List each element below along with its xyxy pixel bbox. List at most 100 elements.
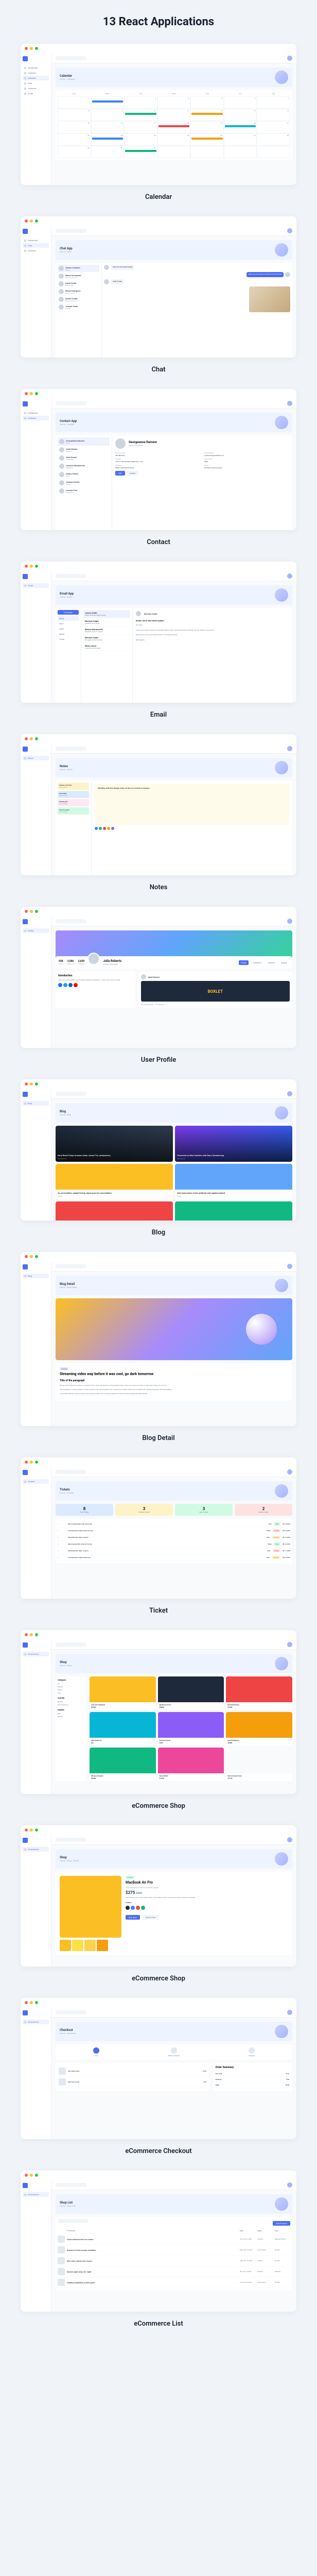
product-card[interactable]: Cute Soft Teddybear$285 — [90, 1676, 156, 1710]
ticket-row[interactable]: 2Consequuntur magni dolores eos quiSteve… — [58, 1528, 290, 1534]
search-input[interactable] — [56, 56, 86, 60]
contact-item[interactable]: Dalton PadenSales — [58, 470, 110, 479]
step-billing[interactable]: Billing & address — [168, 2047, 180, 2057]
avatar[interactable] — [287, 1642, 292, 1647]
search-input[interactable] — [56, 1642, 86, 1647]
search-input[interactable] — [56, 919, 86, 923]
sidebar-item[interactable]: Chat — [23, 81, 49, 86]
table-row[interactable]: Stylish night lamp for nightSat, Jan 14 … — [58, 2266, 290, 2277]
product-card[interactable]: Short & Sweet Purse$175 — [226, 1748, 292, 1781]
product-thumb[interactable] — [84, 1940, 96, 1951]
email-item[interactable]: Misty LamarKindly check this latest — [83, 643, 130, 651]
sidebar-item[interactable]: Notes — [23, 756, 49, 760]
blog-post[interactable]: Streaming video way before it was cool, … — [175, 1201, 292, 1221]
folder-item[interactable]: Draft — [58, 626, 79, 631]
contact-item[interactable]: Georgeanna RameroSales — [58, 437, 110, 446]
blog-post[interactable]: As yen tumbles, gadget-loving Japan goes… — [56, 1164, 173, 1199]
search-input[interactable] — [56, 1264, 86, 1268]
ticket-row[interactable]: 3Exercitationem ullam corporisJackPendin… — [58, 1534, 290, 1541]
sidebar-item[interactable]: Tickets — [23, 1479, 49, 1484]
avatar[interactable] — [287, 1091, 292, 1096]
note-item[interactable]: Give salary09/05/2023 — [58, 791, 89, 798]
tab-profile[interactable]: Profile — [239, 960, 249, 965]
delete-button[interactable]: Delete — [127, 471, 138, 476]
email-item[interactable]: Michael SmithNor again is there anyone — [83, 635, 130, 643]
ticket-row[interactable]: 1Sed ut perspiciatis unde omnis isteLiam… — [58, 1521, 290, 1528]
tab-followers[interactable]: Followers — [251, 960, 263, 965]
product-thumb[interactable] — [97, 1940, 108, 1951]
search-input[interactable] — [56, 1092, 86, 1096]
note-item[interactable]: Birthday gift09/10/2023 — [58, 799, 89, 806]
search-input[interactable] — [56, 1470, 86, 1474]
avatar[interactable] — [287, 1264, 292, 1269]
blog-featured[interactable]: Early Black Friday Amazon deals: cheap T… — [56, 1126, 173, 1162]
compose-button[interactable]: Compose — [58, 610, 79, 615]
product-card[interactable]: Little Angel Toy$5 — [90, 1712, 156, 1745]
color-selector[interactable] — [126, 1906, 288, 1910]
filter-option[interactable]: Toys — [58, 1691, 84, 1694]
add-product-button[interactable]: Add Product — [273, 2221, 290, 2226]
table-search[interactable] — [58, 2219, 89, 2223]
sidebar-item[interactable]: Contacts — [23, 248, 49, 253]
avatar[interactable] — [287, 2010, 292, 2015]
product-card[interactable]: Wireless Headset$450 — [90, 1748, 156, 1781]
social-links[interactable] — [58, 983, 133, 987]
sidebar-item[interactable]: eCommerce — [23, 1847, 49, 1852]
avatar[interactable] — [287, 56, 292, 61]
sidebar-item[interactable]: Analytics — [23, 71, 49, 75]
avatar[interactable] — [287, 401, 292, 406]
product-card[interactable]: MacBook Air Pro$900 — [158, 1676, 224, 1710]
table-row[interactable]: Red color candy from GucciWed, Jan 18 20… — [58, 2256, 290, 2266]
blog-featured[interactable]: Presented by Max Rushden with Barry Glen… — [175, 1126, 292, 1162]
sidebar-item[interactable]: Dashboard — [23, 65, 49, 70]
chat-contact[interactable]: James JohnsonTyping... — [58, 265, 99, 272]
avatar[interactable] — [287, 1837, 292, 1842]
avatar[interactable] — [287, 228, 292, 233]
note-item[interactable]: Launch project09/12/2023 — [58, 807, 89, 815]
email-item[interactable]: James SmithKindly check this latest upda… — [83, 610, 130, 618]
table-row[interactable]: Supreme fresh tomato availableMon, Jan 1… — [58, 2245, 290, 2256]
filter-option[interactable]: Women — [58, 1715, 84, 1718]
folder-item[interactable]: Sent — [58, 621, 79, 626]
search-input[interactable] — [56, 2010, 86, 2014]
sidebar-item[interactable]: Chat — [23, 243, 49, 248]
contact-item[interactable]: Juliana HevnerSupport — [58, 479, 110, 487]
note-textarea[interactable]: Meeting with the design team at 3pm to r… — [95, 784, 289, 825]
chat-contact[interactable]: Joseph SarahThanks! — [58, 303, 99, 311]
sidebar-item[interactable]: Dashboard — [23, 238, 49, 243]
sidebar-item[interactable]: eCommerce — [23, 2020, 49, 2024]
sidebar-item[interactable]: eCommerce — [23, 1652, 49, 1656]
search-input[interactable] — [56, 1838, 86, 1842]
sidebar-item[interactable]: Email — [23, 583, 49, 588]
search-input[interactable] — [56, 2183, 86, 2187]
tab-friends[interactable]: Friends — [266, 960, 277, 965]
product-card[interactable]: Smart Watch$125 — [158, 1748, 224, 1781]
sidebar-item[interactable]: Contacts — [23, 416, 49, 420]
sidebar-item[interactable]: Email — [23, 91, 49, 96]
step-payment[interactable]: Payment — [249, 2047, 255, 2057]
contact-item[interactable]: Luciano MacphersonMarketing — [58, 462, 110, 470]
search-input[interactable] — [56, 229, 86, 233]
folder-item[interactable]: Spam — [58, 632, 79, 636]
color-picker[interactable] — [95, 827, 289, 830]
ticket-row[interactable]: 6Consequuntur magni dolores eosJackPendi… — [58, 1554, 290, 1561]
avatar[interactable] — [287, 2182, 292, 2188]
chat-contact[interactable]: Robert SmithSee you tomorrow — [58, 296, 99, 303]
sidebar-item[interactable]: Blog — [23, 1101, 49, 1106]
contact-item[interactable]: Alda ZiemerEngineering — [58, 454, 110, 462]
contact-item[interactable]: Leanna PoolEngineering — [58, 487, 110, 495]
filter-option[interactable]: Price: High-Low — [58, 1703, 84, 1706]
folder-item[interactable]: Trash — [58, 637, 79, 641]
avatar[interactable] — [287, 1469, 292, 1475]
note-item[interactable]: Meeting with team09/02/2023 — [58, 783, 89, 790]
calendar-grid[interactable]: SunMonTueWedThuFriSat 1234567 8910111213… — [56, 90, 292, 160]
ticket-row[interactable]: 5Exercitationem ullam corporisLiamClosed… — [58, 1548, 290, 1554]
sidebar-item[interactable]: Dashboard — [23, 411, 49, 415]
email-item[interactable]: Michael KnightLiterature from 45 BC — [83, 618, 130, 626]
chat-contact[interactable]: Maria HernandezHey, how are you? — [58, 273, 99, 280]
avatar[interactable] — [287, 919, 292, 924]
sidebar-item[interactable]: Blog — [23, 1274, 49, 1278]
email-item[interactable]: Bianca MacdowellsStandard chunk of Lorem — [83, 626, 130, 635]
search-input[interactable] — [56, 401, 86, 405]
chat-contact[interactable]: David SmithSent a photo — [58, 280, 99, 287]
